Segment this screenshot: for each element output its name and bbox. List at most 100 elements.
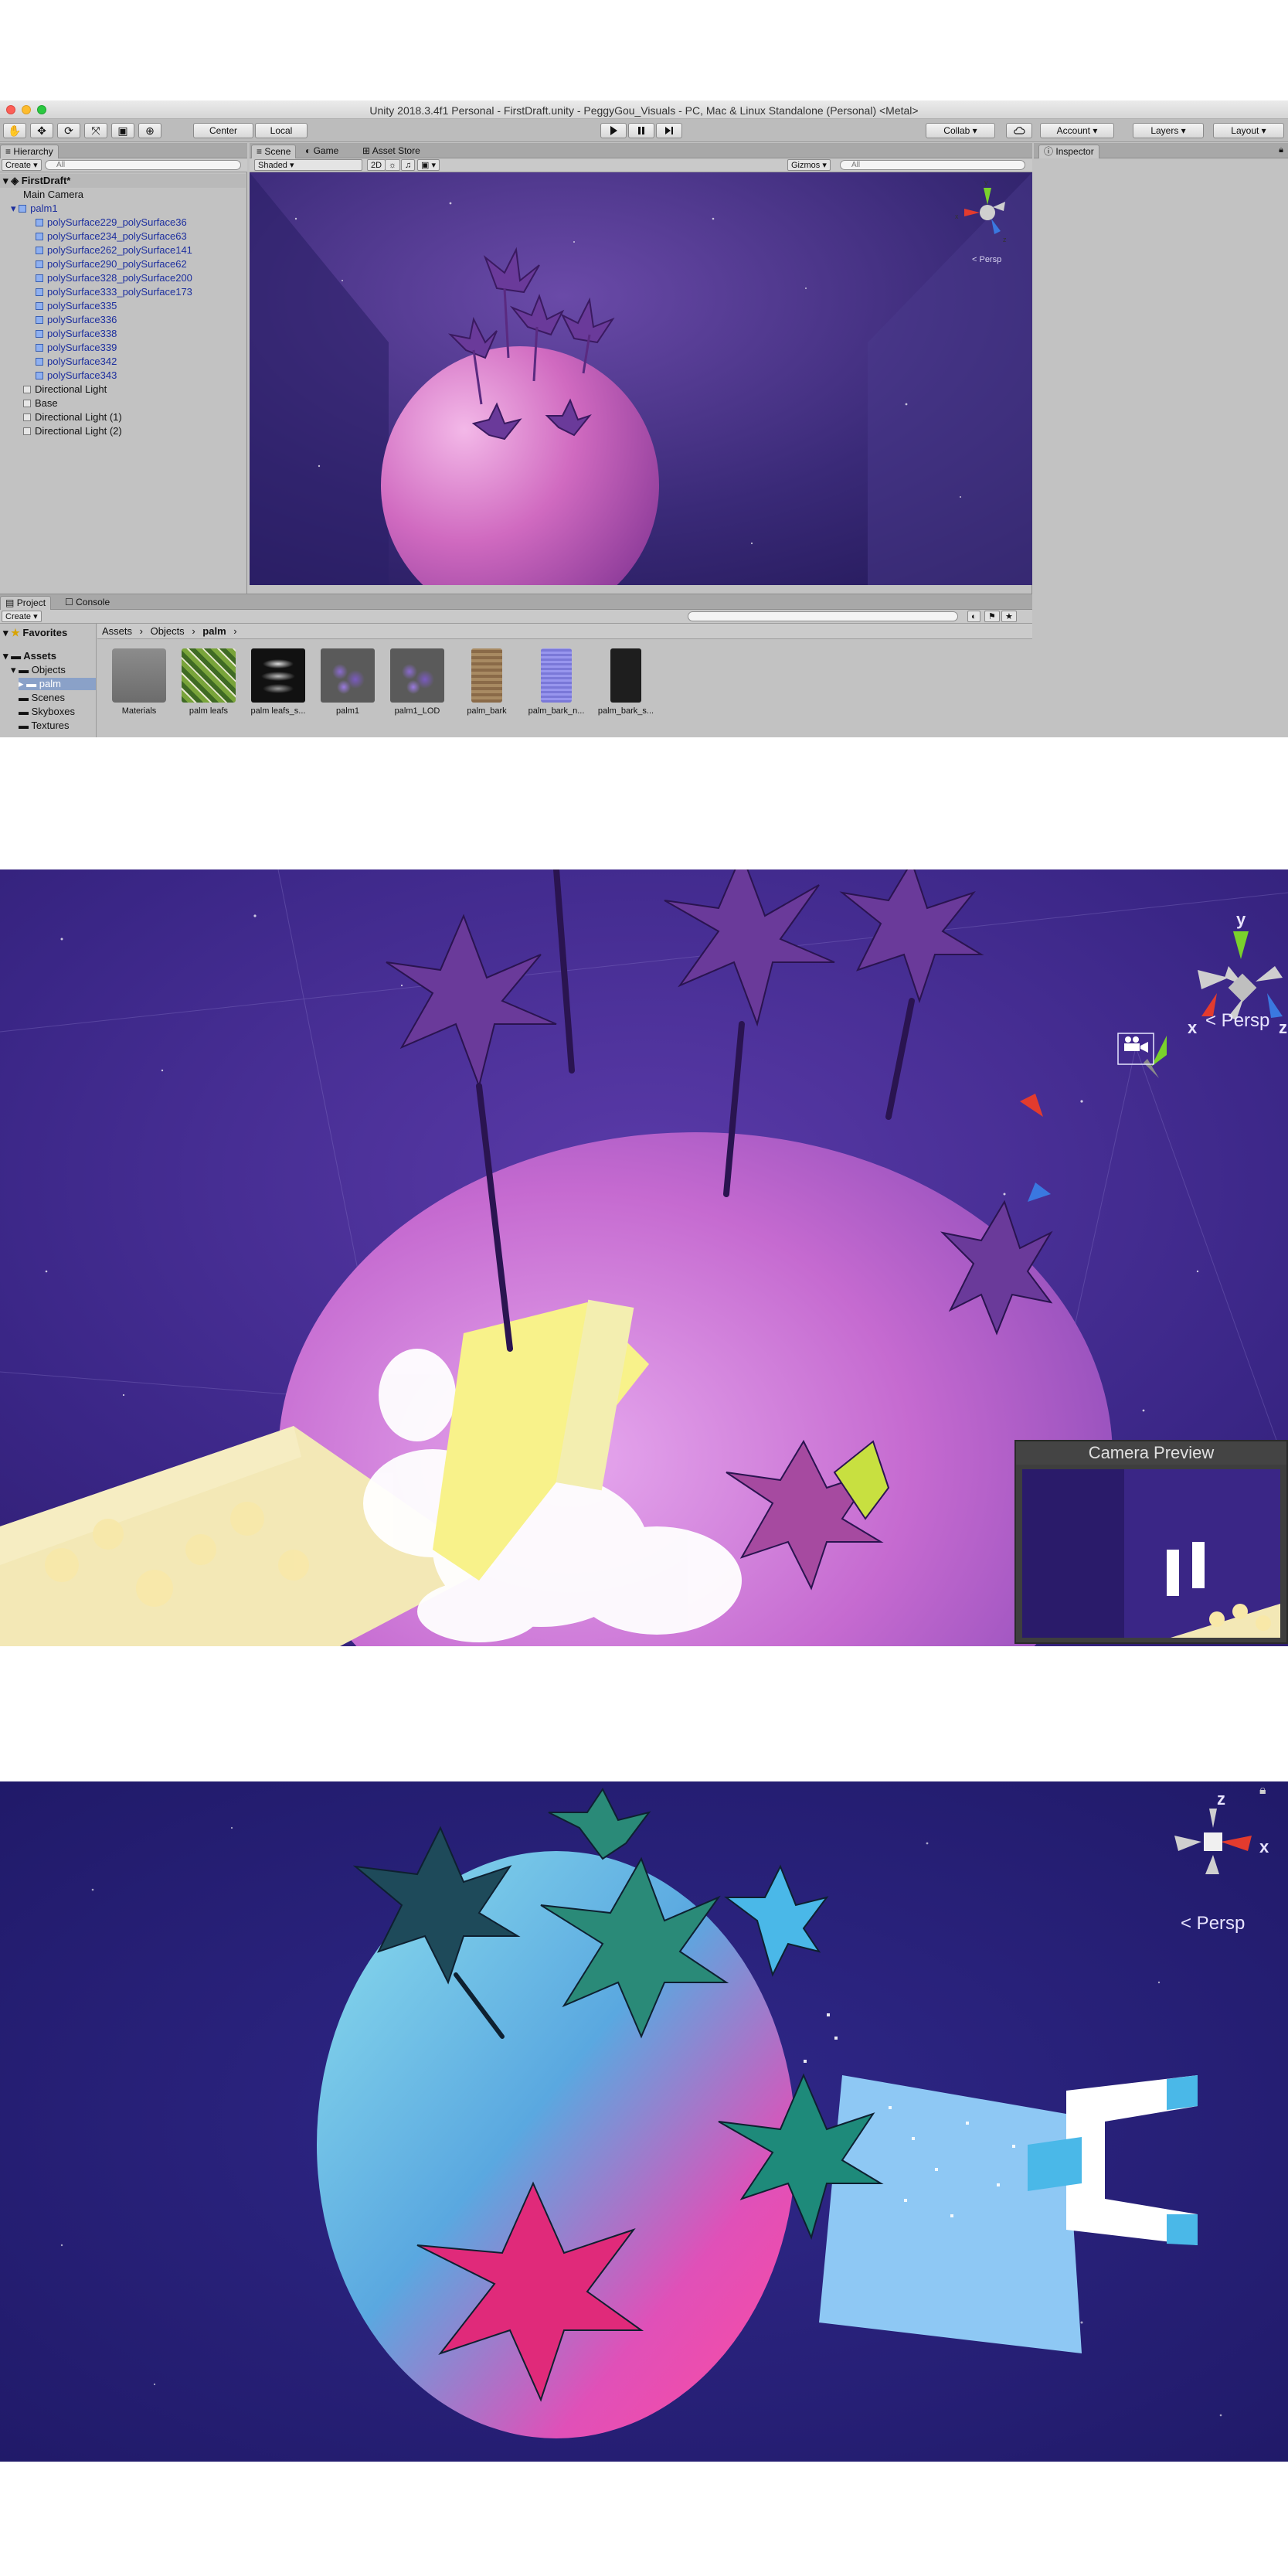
hierarchy-item-label: polySurface343 bbox=[47, 369, 117, 381]
folder-tree-item-selected[interactable]: ▸ ▬ palm bbox=[19, 678, 96, 690]
hierarchy-item[interactable]: polySurface339 bbox=[0, 341, 246, 355]
cloud-services-button[interactable] bbox=[1006, 123, 1032, 138]
camera-preview-title: Camera Preview bbox=[1016, 1441, 1286, 1465]
play-button[interactable] bbox=[600, 123, 627, 138]
filter-by-type-icon[interactable]: ◐ bbox=[967, 611, 980, 622]
hierarchy-scene-row[interactable]: ▾ ◈ FirstDraft* bbox=[0, 174, 246, 188]
tab-console[interactable]: ☐ Console bbox=[60, 596, 114, 610]
texture-thumbnail bbox=[471, 648, 502, 703]
move-tool-icon[interactable]: ✥ bbox=[30, 123, 53, 138]
scene-tabbar: ≡ Scene ◐ Game ⊞ Asset Store bbox=[250, 143, 1032, 158]
hierarchy-item[interactable]: polySurface290_polySurface62 bbox=[0, 257, 246, 271]
folder-tree-item[interactable]: ▾ ▬ Objects bbox=[11, 664, 66, 676]
scene-persp-label[interactable]: < Persp bbox=[972, 255, 1001, 264]
toggle-2d-button[interactable]: 2D bbox=[367, 159, 386, 171]
hierarchy-item[interactable]: Main Camera bbox=[0, 188, 246, 202]
transform-tool-icon[interactable]: ⊕ bbox=[138, 123, 161, 138]
camera-preview-render bbox=[1022, 1469, 1280, 1638]
hierarchy-item[interactable]: polySurface234_polySurface63 bbox=[0, 230, 246, 243]
lighting-toggle-icon[interactable]: ☼ bbox=[385, 159, 401, 171]
layout-dropdown[interactable]: Layout ▾ bbox=[1213, 123, 1284, 138]
project-search-input[interactable] bbox=[688, 611, 958, 621]
pivot-local-button[interactable]: Local bbox=[255, 123, 308, 138]
hierarchy-item[interactable]: polySurface336 bbox=[0, 313, 246, 327]
asset-item[interactable]: palm leafs bbox=[178, 648, 240, 726]
folder-icon bbox=[112, 648, 166, 703]
hierarchy-item[interactable]: Directional Light (2) bbox=[0, 424, 246, 438]
hierarchy-item[interactable]: polySurface262_polySurface141 bbox=[0, 243, 246, 257]
favorite-star-icon[interactable]: ★ bbox=[1001, 611, 1017, 622]
hierarchy-item[interactable]: polySurface335 bbox=[0, 299, 246, 313]
pause-button[interactable] bbox=[628, 123, 654, 138]
breadcrumb-item[interactable]: Assets bbox=[102, 625, 132, 637]
hierarchy-item-label: palm1 bbox=[30, 202, 58, 214]
effects-toggle-icon[interactable]: ▣ ▾ bbox=[417, 159, 440, 171]
folder-tree-item[interactable]: ▬ Skyboxes bbox=[19, 706, 75, 718]
breadcrumb-separator-icon: › bbox=[233, 625, 237, 637]
hierarchy-create-button[interactable]: Create ▾ bbox=[2, 159, 42, 171]
asset-item[interactable]: palm leafs_s... bbox=[247, 648, 309, 726]
texture-thumbnail bbox=[610, 648, 641, 703]
rotate-tool-icon[interactable]: ⟳ bbox=[57, 123, 80, 138]
asset-item[interactable]: palm_bark_n... bbox=[525, 648, 587, 726]
asset-item[interactable]: palm_bark_s... bbox=[595, 648, 657, 726]
folder-tree-item[interactable]: ▬ Textures bbox=[19, 720, 70, 732]
rect-tool-icon[interactable]: ▣ bbox=[111, 123, 134, 138]
scale-tool-icon[interactable]: ⤧ bbox=[84, 123, 107, 138]
account-dropdown[interactable]: Account ▾ bbox=[1040, 123, 1114, 138]
step-button[interactable] bbox=[656, 123, 682, 138]
hierarchy-item[interactable]: polySurface343 bbox=[0, 369, 246, 383]
hierarchy-item[interactable]: polySurface342 bbox=[0, 355, 246, 369]
asset-item[interactable]: palm1_LOD bbox=[386, 648, 448, 726]
asset-item[interactable]: Materials bbox=[108, 648, 170, 726]
folder-tree-item[interactable]: ▬ Scenes bbox=[19, 692, 65, 704]
tab-hierarchy[interactable]: ≡ Hierarchy bbox=[0, 145, 59, 158]
hierarchy-item[interactable]: Directional Light (1) bbox=[0, 410, 246, 424]
hierarchy-item[interactable]: Base bbox=[0, 396, 246, 410]
hierarchy-item[interactable]: polySurface328_polySurface200 bbox=[0, 271, 246, 285]
hierarchy-search-input[interactable]: All bbox=[45, 160, 241, 170]
texture-thumbnail bbox=[541, 648, 572, 703]
tab-inspector-label: Inspector bbox=[1055, 146, 1094, 157]
hierarchy-item[interactable]: polySurface338 bbox=[0, 327, 246, 341]
folder-tree-label: Textures bbox=[31, 720, 70, 731]
breadcrumb-item[interactable]: Objects bbox=[151, 625, 185, 637]
project-create-button[interactable]: Create ▾ bbox=[2, 611, 42, 622]
tab-asset-store[interactable]: ⊞ Asset Store bbox=[358, 145, 425, 158]
tab-game[interactable]: ◐ Game bbox=[301, 145, 343, 158]
filter-by-label-icon[interactable]: ⚑ bbox=[984, 611, 1000, 622]
hierarchy-item[interactable]: Directional Light bbox=[0, 383, 246, 396]
pivot-center-button[interactable]: Center bbox=[193, 123, 253, 138]
asset-item[interactable]: palm1 bbox=[317, 648, 379, 726]
collab-dropdown[interactable]: Collab ▾ bbox=[926, 123, 995, 138]
shading-mode-dropdown[interactable]: Shaded ▾ bbox=[254, 159, 362, 171]
hierarchy-tabbar: ≡ Hierarchy bbox=[0, 143, 247, 158]
lock-icon[interactable]: 🔒︎ bbox=[1259, 1784, 1266, 1797]
gizmos-dropdown[interactable]: Gizmos ▾ bbox=[787, 159, 831, 171]
tab-console-label: Console bbox=[76, 597, 110, 607]
audio-toggle-icon[interactable]: ♫ bbox=[401, 159, 416, 171]
asset-item[interactable]: palm_bark bbox=[456, 648, 518, 726]
hand-tool-icon[interactable]: ✋ bbox=[3, 123, 26, 138]
layers-dropdown[interactable]: Layers ▾ bbox=[1133, 123, 1204, 138]
persp-label[interactable]: < Persp bbox=[1205, 1010, 1269, 1032]
hierarchy-item-label: Directional Light (2) bbox=[35, 425, 122, 437]
folder-tree-item[interactable]: ▾ ▬ Assets bbox=[3, 650, 56, 662]
folder-icon: ▤ bbox=[5, 597, 15, 608]
scene-search-input[interactable]: All bbox=[840, 160, 1025, 170]
hierarchy-item-label: Directional Light bbox=[35, 383, 107, 395]
tab-hierarchy-label: Hierarchy bbox=[13, 146, 53, 157]
scene-viewport[interactable]: y x z < Persp bbox=[250, 172, 1032, 585]
tab-scene[interactable]: ≡ Scene bbox=[251, 145, 297, 158]
gameobject-icon bbox=[23, 413, 31, 421]
tab-inspector[interactable]: ⓘ Inspector bbox=[1038, 145, 1099, 158]
hierarchy-item[interactable]: ▾ palm1 bbox=[0, 202, 246, 216]
persp-label[interactable]: < Persp bbox=[1181, 1913, 1245, 1935]
project-create-label: Create ▾ bbox=[5, 612, 38, 621]
hierarchy-item[interactable]: polySurface229_polySurface36 bbox=[0, 216, 246, 230]
hierarchy-item[interactable]: polySurface333_polySurface173 bbox=[0, 285, 246, 299]
favorites-item[interactable]: ▾ ★ Favorites bbox=[3, 627, 67, 639]
lock-icon[interactable]: 🔒︎ bbox=[1279, 145, 1283, 155]
breadcrumb-item[interactable]: palm bbox=[202, 625, 226, 637]
tab-project[interactable]: ▤ Project bbox=[0, 596, 52, 610]
